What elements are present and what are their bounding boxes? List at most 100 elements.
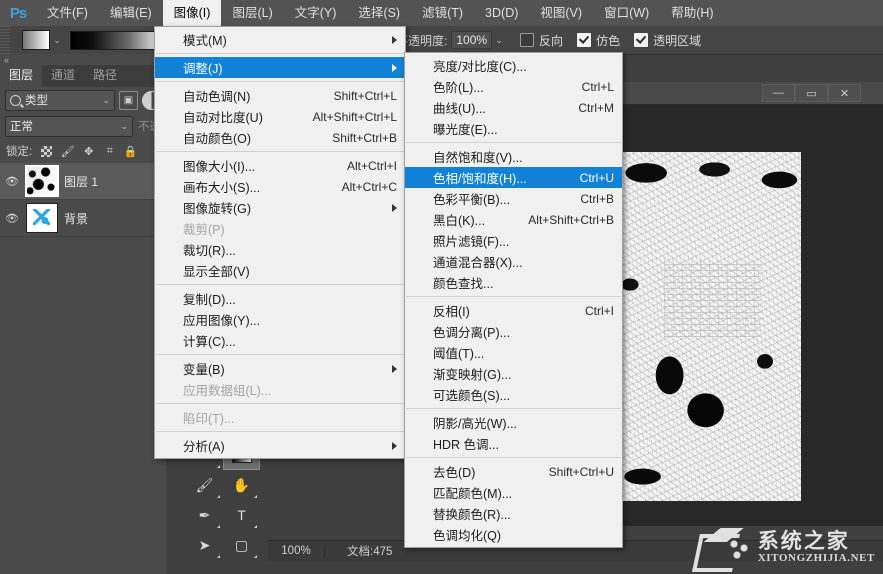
menu-item-apply-image[interactable]: 应用图像(Y)... bbox=[155, 309, 405, 330]
type-tool-icon[interactable]: T bbox=[223, 500, 260, 530]
menubar-item-type[interactable]: 文字(Y) bbox=[284, 0, 348, 26]
lock-all-icon[interactable]: 🔒 bbox=[124, 145, 138, 158]
menu-item-calculations[interactable]: 计算(C)... bbox=[155, 330, 405, 351]
tab-paths[interactable]: 路径 bbox=[84, 63, 126, 87]
layer-filter-row: 类型 ⌄ ▣ bbox=[0, 87, 166, 113]
menu-item-duplicate[interactable]: 复制(D)... bbox=[155, 288, 405, 309]
menubar-item-window[interactable]: 窗口(W) bbox=[593, 0, 660, 26]
menu-separator bbox=[156, 151, 404, 152]
maximize-button[interactable]: ▭ bbox=[795, 84, 828, 102]
transparency-label: 透明区域 bbox=[653, 33, 702, 48]
menu-separator bbox=[156, 431, 404, 432]
tab-layers[interactable]: 图层 bbox=[0, 63, 43, 87]
layer-visibility-icon-2[interactable]: 👁 bbox=[4, 212, 20, 225]
menu-item-variables[interactable]: 变量(B) bbox=[155, 358, 405, 379]
menubar-item-3d[interactable]: 3D(D) bbox=[474, 0, 529, 26]
menu-item-hdr-toning[interactable]: HDR 色调... bbox=[405, 433, 622, 454]
lock-transparent-pixels-icon[interactable] bbox=[40, 145, 53, 158]
zoom-level[interactable]: 100% bbox=[268, 545, 325, 557]
opacity-input[interactable]: 100% bbox=[451, 31, 493, 49]
chevron-down-icon[interactable]: ⌄ bbox=[50, 31, 64, 49]
menubar-item-file[interactable]: 文件(F) bbox=[36, 0, 99, 26]
menu-item-brightness-contrast[interactable]: 亮度/对比度(C)... bbox=[405, 55, 622, 76]
menu-item-auto-color[interactable]: 自动颜色(O) Shift+Ctrl+B bbox=[155, 127, 405, 148]
adjustments-submenu-dropdown: 亮度/对比度(C)... 色阶(L)... Ctrl+L 曲线(U)... Ctrl… bbox=[404, 52, 623, 548]
menu-item-gradient-map[interactable]: 渐变映射(G)... bbox=[405, 363, 622, 384]
menu-item-levels[interactable]: 色阶(L)... Ctrl+L bbox=[405, 76, 622, 97]
chevron-down-icon-4[interactable]: ⌄ bbox=[492, 31, 506, 49]
options-bar-grip[interactable] bbox=[0, 26, 10, 54]
menu-item-trap: 陷印(T)... bbox=[183, 412, 235, 426]
burn-tool-icon[interactable]: ✋ bbox=[223, 470, 260, 500]
watermark-cn: 系统之家 bbox=[757, 530, 850, 554]
menu-separator bbox=[406, 408, 621, 409]
menu-item-exposure[interactable]: 曝光度(E)... bbox=[405, 118, 622, 139]
menu-item-desaturate[interactable]: 去色(D) Shift+Ctrl+U bbox=[405, 461, 622, 482]
menu-item-posterize[interactable]: 色调分离(P)... bbox=[405, 321, 622, 342]
menu-item-black-white[interactable]: 黑白(K)... Alt+Shift+Ctrl+B bbox=[405, 209, 622, 230]
menu-item-shadows-highlights[interactable]: 阴影/高光(W)... bbox=[405, 412, 622, 433]
menu-separator bbox=[156, 403, 404, 404]
layer-visibility-icon-1[interactable]: 👁 bbox=[4, 175, 20, 188]
menu-item-selective-color[interactable]: 可选颜色(S)... bbox=[405, 384, 622, 405]
layer-thumbnail-2[interactable] bbox=[26, 203, 58, 233]
menu-item-image-size[interactable]: 图像大小(I)... Alt+Ctrl+I bbox=[155, 155, 405, 176]
dodge-tool-icon[interactable]: 🖌 bbox=[186, 470, 223, 500]
transparency-checkbox[interactable] bbox=[634, 33, 649, 47]
menubar-item-edit[interactable]: 编辑(E) bbox=[99, 0, 163, 26]
menu-item-invert[interactable]: 反相(I) Ctrl+I bbox=[405, 300, 622, 321]
minimize-button[interactable]: — bbox=[762, 84, 795, 102]
menubar-item-image[interactable]: 图像(I) bbox=[162, 0, 222, 26]
dither-checkbox[interactable] bbox=[577, 33, 592, 47]
blend-mode-select[interactable]: 正常 ⌄ bbox=[5, 115, 133, 137]
chevron-down-icon-filter[interactable]: ⌄ bbox=[102, 95, 110, 106]
lock-position-icon[interactable]: ✥ bbox=[82, 145, 95, 158]
menubar-item-select[interactable]: 选择(S) bbox=[347, 0, 411, 26]
menu-item-image-rotation[interactable]: 图像旋转(G) bbox=[155, 197, 405, 218]
menu-item-analysis[interactable]: 分析(A) bbox=[155, 435, 405, 456]
menu-item-color-lookup[interactable]: 颜色查找... bbox=[405, 272, 622, 293]
layer-filter-select[interactable]: 类型 ⌄ bbox=[5, 89, 115, 111]
menu-item-trim[interactable]: 裁切(R)... bbox=[155, 239, 405, 260]
menubar-item-help[interactable]: 帮助(H) bbox=[660, 0, 724, 26]
image-canvas[interactable] bbox=[621, 152, 801, 501]
menu-item-channel-mixer[interactable]: 通道混合器(X)... bbox=[405, 251, 622, 272]
tab-channels[interactable]: 通道 bbox=[42, 63, 84, 87]
menubar-item-filter[interactable]: 滤镜(T) bbox=[411, 0, 474, 26]
gradient-swatch[interactable] bbox=[22, 30, 50, 50]
layer-row-2[interactable]: 👁 背景 bbox=[0, 200, 166, 237]
canvas-emboss-detail bbox=[664, 260, 762, 337]
menu-item-adjustments[interactable]: 调整(J) bbox=[155, 57, 405, 78]
menu-item-auto-contrast[interactable]: 自动对比度(U) Alt+Shift+Ctrl+L bbox=[155, 106, 405, 127]
lock-artboard-icon[interactable]: ⌗ bbox=[103, 145, 116, 158]
rectangle-tool-icon[interactable]: ▢ bbox=[223, 530, 260, 560]
layer-thumbnail-1[interactable] bbox=[25, 165, 59, 197]
reverse-checkbox[interactable] bbox=[520, 33, 535, 47]
watermark-logo-icon bbox=[696, 528, 752, 568]
chevron-down-icon-blend[interactable]: ⌄ bbox=[120, 121, 128, 132]
layer-row-1[interactable]: 👁 图层 1 bbox=[0, 163, 166, 200]
menu-item-canvas-size[interactable]: 画布大小(S)... Alt+Ctrl+C bbox=[155, 176, 405, 197]
menubar-item-view[interactable]: 视图(V) bbox=[529, 0, 593, 26]
options-bar: ⌄ ⌄ ⌄ 不透明度: 100% ⌄ 反向 仿色 透明区域 bbox=[0, 26, 883, 55]
menubar-item-layer[interactable]: 图层(L) bbox=[221, 0, 283, 26]
menu-item-mode[interactable]: 模式(M) bbox=[155, 29, 405, 50]
close-button[interactable]: ✕ bbox=[828, 84, 861, 102]
photoshop-window: Ps 文件(F) 编辑(E) 图像(I) 图层(L) 文字(Y) 选择(S) 滤… bbox=[0, 0, 883, 574]
menu-item-auto-tone[interactable]: 自动色调(N) Shift+Ctrl+L bbox=[155, 85, 405, 106]
lock-image-pixels-icon[interactable]: 🖌 bbox=[61, 145, 75, 158]
pen-tool-icon[interactable]: ✒ bbox=[186, 500, 223, 530]
menu-bar: Ps 文件(F) 编辑(E) 图像(I) 图层(L) 文字(Y) 选择(S) 滤… bbox=[0, 0, 883, 26]
menu-item-photo-filter[interactable]: 照片滤镜(F)... bbox=[405, 230, 622, 251]
menu-item-color-balance[interactable]: 色彩平衡(B)... Ctrl+B bbox=[405, 188, 622, 209]
menu-item-curves[interactable]: 曲线(U)... Ctrl+M bbox=[405, 97, 622, 118]
menu-item-hue-saturation[interactable]: 色相/饱和度(H)... Ctrl+U bbox=[405, 167, 622, 188]
path-selection-tool-icon[interactable]: ➤ bbox=[186, 530, 223, 560]
menu-item-reveal-all[interactable]: 显示全部(V) bbox=[155, 260, 405, 281]
menu-item-replace-color[interactable]: 替换颜色(R)... bbox=[405, 503, 622, 524]
filter-image-icon[interactable]: ▣ bbox=[119, 90, 138, 110]
menu-item-match-color[interactable]: 匹配颜色(M)... bbox=[405, 482, 622, 503]
menu-item-equalize[interactable]: 色调均化(Q) bbox=[405, 524, 622, 545]
menu-item-vibrance[interactable]: 自然饱和度(V)... bbox=[405, 146, 622, 167]
menu-item-threshold[interactable]: 阈值(T)... bbox=[405, 342, 622, 363]
